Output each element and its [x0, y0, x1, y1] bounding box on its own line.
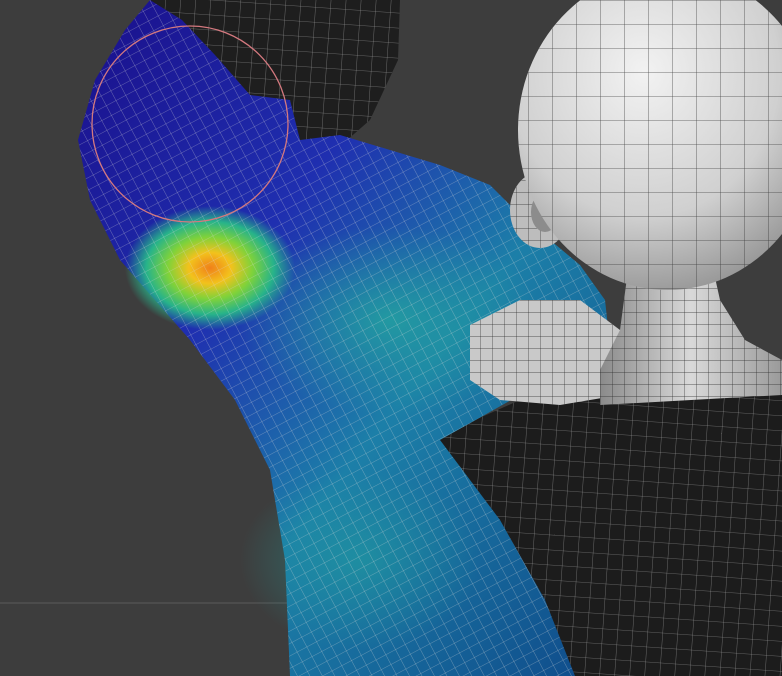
3d-viewport[interactable] — [0, 0, 782, 676]
scene-canvas[interactable] — [0, 0, 782, 676]
